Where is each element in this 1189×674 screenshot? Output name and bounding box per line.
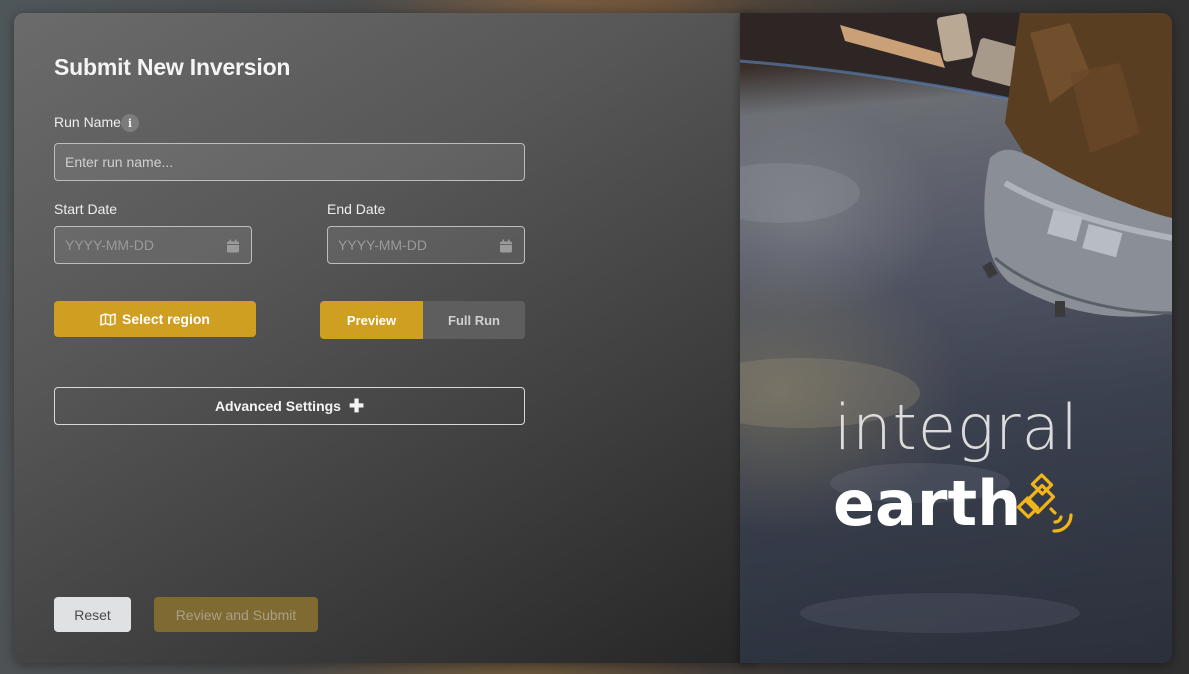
- calendar-icon[interactable]: [226, 239, 240, 253]
- start-date-label: Start Date: [54, 201, 118, 217]
- start-date-input[interactable]: [54, 226, 252, 264]
- full-run-option[interactable]: Full Run: [423, 301, 525, 339]
- advanced-settings-label: Advanced Settings: [214, 398, 341, 414]
- hero-image-panel: integral earth: [740, 13, 1172, 663]
- advanced-settings-button[interactable]: Advanced Settings ✚: [54, 387, 525, 425]
- end-date-input[interactable]: [327, 226, 525, 264]
- plus-icon: ✚: [348, 396, 365, 416]
- satellite-icon: [1016, 473, 1073, 533]
- brand-wordmark-earth: earth: [833, 467, 1022, 540]
- submit-inversion-form: Submit New Inversion Run Name i Start Da…: [14, 13, 754, 663]
- select-region-label: Select region: [122, 311, 210, 327]
- preview-option[interactable]: Preview: [320, 301, 423, 339]
- brand-wordmark-integral: integral: [834, 391, 1079, 464]
- page-title: Submit New Inversion: [54, 54, 291, 80]
- map-icon: [100, 312, 116, 326]
- reset-button[interactable]: Reset: [54, 597, 131, 632]
- run-name-input[interactable]: [54, 143, 525, 181]
- run-name-label: Run Name: [54, 114, 121, 130]
- earth-satellite-image: [740, 13, 1172, 633]
- end-date-label: End Date: [327, 201, 386, 217]
- info-icon[interactable]: i: [121, 114, 139, 132]
- run-mode-toggle: Preview Full Run: [320, 301, 525, 339]
- calendar-icon[interactable]: [499, 239, 513, 253]
- review-submit-button[interactable]: Review and Submit: [154, 597, 318, 632]
- select-region-button[interactable]: Select region: [54, 301, 256, 337]
